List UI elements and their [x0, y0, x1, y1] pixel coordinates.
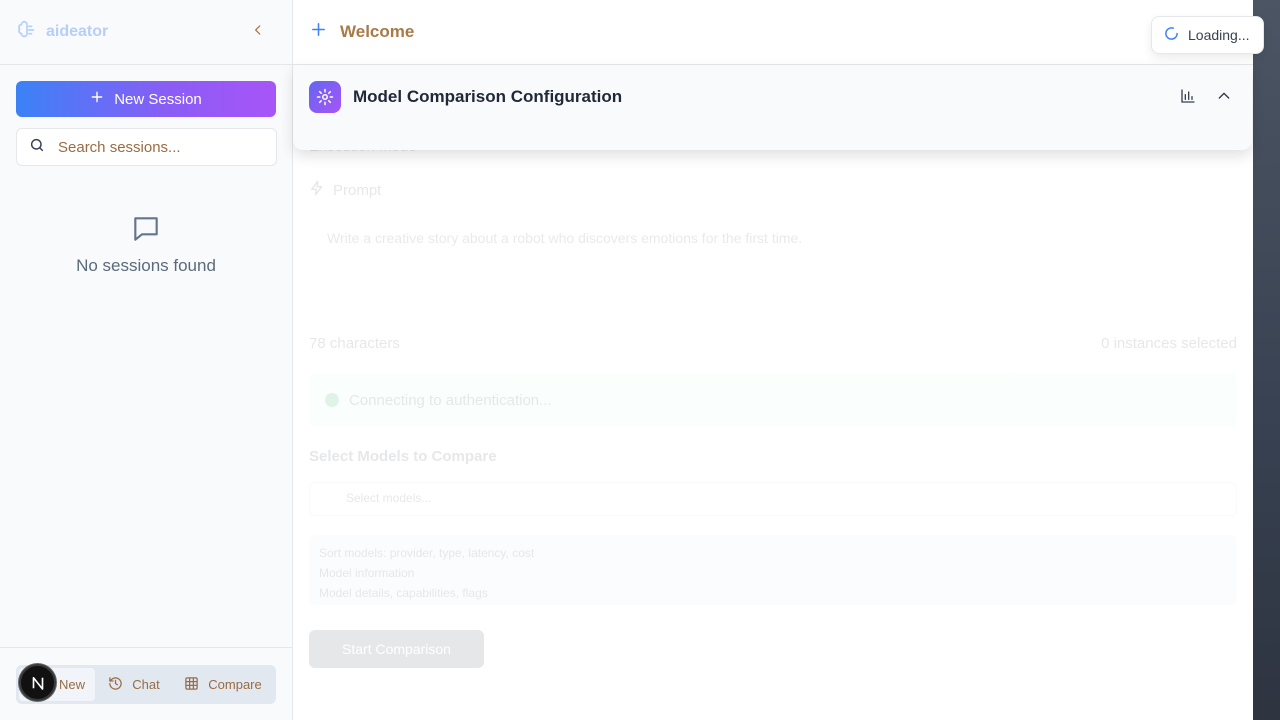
select-models-heading: Select Models to Compare [309, 448, 497, 465]
info-line: Sort models: provider, type, latency, co… [319, 546, 535, 560]
prompt-textarea[interactable]: Write a creative story about a robot who… [309, 218, 1237, 328]
bar-chart-icon [1180, 89, 1196, 108]
start-comparison-button[interactable]: Start Comparison [309, 630, 484, 668]
config-card: Model Comparison Configuration [293, 65, 1252, 150]
status-text: Connecting to authentication... [349, 391, 552, 409]
model-select[interactable]: Select models... [309, 482, 1237, 516]
chevron-left-icon [251, 23, 265, 42]
sidebar: aideator New Session No sessions found N… [0, 0, 293, 720]
top-bar: Welcome [293, 0, 1253, 65]
footer-tab-chat[interactable]: Chat [95, 668, 173, 701]
footer-tab-chat-label: Chat [132, 677, 160, 692]
new-session-button[interactable]: New Session [16, 81, 276, 117]
empty-state-text: No sessions found [76, 256, 216, 275]
new-session-label: New Session [114, 90, 202, 108]
brand-name: aideator [46, 23, 109, 40]
prompt-label: Prompt [333, 181, 382, 199]
toast-text: Loading... [1188, 27, 1250, 43]
settings-icon [309, 81, 341, 113]
search-input[interactable] [58, 138, 258, 156]
status-dot-icon [325, 393, 339, 407]
brain-icon [16, 19, 38, 46]
plus-icon [90, 90, 104, 108]
chevron-up-icon [1216, 91, 1232, 108]
status-banner: Connecting to authentication... [309, 373, 1237, 427]
message-square-icon [130, 217, 162, 249]
collapse-config-button[interactable] [1216, 88, 1236, 108]
history-icon [108, 676, 123, 694]
instances-count: 0 instances selected [1101, 335, 1237, 352]
model-info-box: Sort models: provider, type, latency, co… [309, 535, 1237, 605]
grid-icon [184, 676, 199, 694]
collapse-sidebar-button[interactable] [248, 22, 268, 42]
search-box [16, 128, 277, 166]
search-icon [29, 137, 45, 158]
nextjs-badge[interactable] [19, 664, 56, 701]
character-count: 78 characters [309, 335, 400, 352]
page-title: Welcome [340, 22, 415, 41]
window-edge [1253, 0, 1280, 720]
footer-tab-new-label: New [58, 677, 85, 692]
loading-toast: Loading... [1151, 16, 1264, 54]
zap-icon [309, 180, 325, 200]
footer-tab-compare[interactable]: Compare [173, 668, 273, 701]
info-line: Model details, capabilities, flags [319, 586, 488, 600]
info-line: Model information [319, 566, 415, 580]
spinner-icon [1164, 26, 1179, 44]
plus-icon[interactable] [310, 21, 327, 43]
config-title: Model Comparison Configuration [353, 87, 623, 106]
empty-state: No sessions found [0, 213, 292, 276]
faded-config-form: Execution Mode Prompt Write a creative s… [293, 130, 1253, 720]
brand-logo[interactable]: aideator [16, 19, 108, 46]
prompt-heading: Prompt [309, 180, 381, 200]
stats-button[interactable] [1180, 88, 1200, 108]
n-logo-icon [32, 676, 43, 690]
sidebar-header: aideator [0, 0, 292, 65]
footer-tab-compare-label: Compare [208, 677, 262, 692]
